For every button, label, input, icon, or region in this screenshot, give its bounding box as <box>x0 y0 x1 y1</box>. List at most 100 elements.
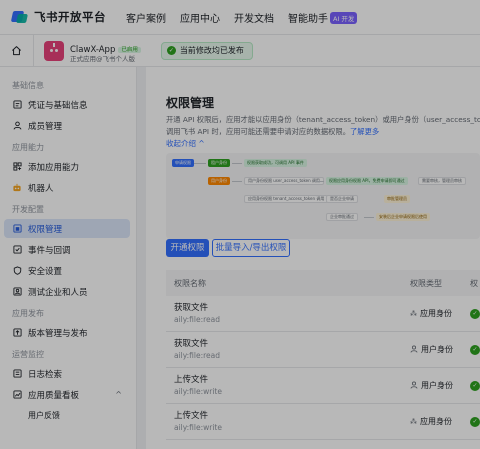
sidebar-section-title: 应用发布 <box>12 309 44 318</box>
sidebar-item-security[interactable]: 安全设置 <box>4 261 130 280</box>
publish-status-text: 当前修改均已发布 <box>179 46 244 55</box>
permission-icon <box>12 224 22 234</box>
flow-node: 需要审核，管理员审核 <box>418 177 466 185</box>
flow-connector <box>232 181 242 182</box>
flow-connector <box>364 217 374 218</box>
nav-item-app-center[interactable]: 应用中心 <box>180 10 220 25</box>
robot-icon <box>12 183 22 193</box>
nav-item-assistant[interactable]: 智能助手 AI 开发 <box>288 10 358 25</box>
member-icon <box>12 121 22 131</box>
sidebar-item-label: 测试企业和人员 <box>28 287 88 298</box>
table-row[interactable]: 上传文件 aily:file:write 用户身份 ✓ <box>166 368 480 404</box>
flow-node: 审批管理员 <box>384 195 410 203</box>
sidebar-item-credentials[interactable]: 凭证与基础信息 <box>4 95 130 114</box>
flow-node: 企业审批通过 <box>326 213 358 221</box>
flow-connector <box>232 163 242 164</box>
nav-item-cases[interactable]: 客户案例 <box>126 10 166 25</box>
sidebar-item-permission[interactable]: 权限管理 <box>4 219 130 238</box>
permission-type: 用户身份 <box>421 345 453 354</box>
table-row[interactable]: 上传文件 aily:file:write ⁂ 应用身份 ✓ <box>166 404 480 440</box>
flow-node: 用户身份权限 user_access_token 调用 <box>244 177 324 185</box>
permission-name: 获取文件 <box>174 302 209 313</box>
sidebar-item-feedback[interactable]: 用户反馈 <box>4 406 130 425</box>
sidebar-item-label: 日志检索 <box>28 369 63 380</box>
table-row[interactable]: 获取文件 aily:file:read 用户身份 ✓ <box>166 332 480 368</box>
sidebar: 基础信息 凭证与基础信息 成员管理 应用能力 添加应用能力 机器人 开发配置 权… <box>0 67 137 449</box>
platform-logo[interactable]: 飞书开放平台 <box>10 9 106 25</box>
app-info: ClawX-App 已启用 正式应用@飞书个人版 <box>70 38 141 64</box>
nav-item-assistant-label: 智能助手 <box>288 13 328 25</box>
app-header: ClawX-App 已启用 正式应用@飞书个人版 ✓ 当前修改均已发布 <box>0 34 480 67</box>
flow-node: 权限获取成功，可调用 API 事件 <box>244 159 307 167</box>
home-button[interactable] <box>0 34 34 67</box>
sidebar-item-version[interactable]: 版本管理与发布 <box>4 323 130 342</box>
check-circle-icon: ✓ <box>166 46 176 55</box>
nav-item-docs[interactable]: 开发文档 <box>234 10 274 25</box>
flow-node: 申请权限 <box>172 159 194 167</box>
column-header-name: 权限名称 <box>174 278 206 288</box>
flow-node: 是否企业申请 <box>326 195 358 203</box>
sidebar-item-add-capability[interactable]: 添加应用能力 <box>4 157 130 176</box>
permission-type: 应用身份 <box>420 417 452 426</box>
table-header: 权限名称 权限类型 权 <box>166 270 480 296</box>
home-icon <box>12 46 21 56</box>
flow-node: 用户身份 <box>208 177 230 185</box>
sidebar-item-label: 安全设置 <box>28 266 63 277</box>
add-capability-icon <box>12 162 22 172</box>
ai-badge: AI 开发 <box>330 11 358 24</box>
flow-node: 安装后企业申请权限后使用 <box>376 213 430 221</box>
sidebar-item-test-users[interactable]: 测试企业和人员 <box>4 282 130 301</box>
batch-import-export-button[interactable]: 批量导入/导出权限 <box>212 239 290 257</box>
sidebar-item-logs[interactable]: 日志检索 <box>4 364 130 383</box>
log-icon <box>12 369 22 379</box>
check-circle-icon: ✓ <box>470 308 480 319</box>
permission-name: 上传文件 <box>174 374 209 385</box>
flow-node: 权限应用身份权限 API，免费申请即可通过 <box>326 177 408 185</box>
check-circle-icon: ✓ <box>470 416 480 427</box>
dashboard-icon <box>12 390 22 400</box>
permission-scope: aily:file:write <box>174 386 222 396</box>
flow-connector <box>316 181 324 182</box>
sidebar-item-members[interactable]: 成员管理 <box>4 116 130 135</box>
sidebar-section-title: 基础信息 <box>12 81 44 90</box>
sidebar-item-dashboard[interactable]: 应用质量看板 ^ <box>4 385 130 404</box>
description-line: 开通 API 权限后，应用才能以应用身份（tenant_access_token… <box>166 115 480 124</box>
sidebar-item-label: 成员管理 <box>28 121 63 132</box>
check-circle-icon: ✓ <box>470 380 480 391</box>
sidebar-section-title: 应用能力 <box>12 143 44 152</box>
top-nav: 客户案例 应用中心 开发文档 智能助手 AI 开发 <box>126 10 371 25</box>
collapse-intro-link[interactable]: 收起介绍 ^ <box>166 138 205 149</box>
permission-type: 应用身份 <box>420 309 452 318</box>
user-identity-icon <box>410 381 418 391</box>
column-header-type: 权限类型 <box>410 278 442 288</box>
sidebar-item-label: 机器人 <box>28 183 54 194</box>
enable-permission-button[interactable]: 开通权限 <box>166 239 209 257</box>
permission-name: 获取文件 <box>174 338 209 349</box>
table-row[interactable]: 获取文件 aily:file:read ⁂ 应用身份 ✓ <box>166 296 480 332</box>
flow-connector <box>194 163 206 164</box>
sidebar-item-label: 版本管理与发布 <box>28 328 88 339</box>
permission-name: 上传文件 <box>174 410 209 421</box>
flow-node: 应用身份权限 tenant_access_token 调用 <box>244 195 329 203</box>
permission-scope: aily:file:read <box>174 314 221 324</box>
check-circle-icon: ✓ <box>470 344 480 355</box>
sidebar-item-label: 应用质量看板 <box>28 390 80 401</box>
credentials-icon <box>12 100 22 110</box>
event-icon <box>12 245 22 255</box>
page-description: 开通 API 权限后，应用才能以应用身份（tenant_access_token… <box>166 114 480 138</box>
version-icon <box>12 328 22 338</box>
chevron-up-icon: ^ <box>115 390 122 399</box>
permission-table: 权限名称 权限类型 权 获取文件 aily:file:read ⁂ 应用身份 ✓ 获… <box>166 270 480 440</box>
main-content: 权限管理 开通 API 权限后，应用才能以应用身份（tenant_access_… <box>146 67 480 449</box>
description-text: 调用飞书 API 时，应用可能还需要申请对应的数据权限。 <box>166 127 351 136</box>
page-title: 权限管理 <box>166 96 215 110</box>
flow-node: 租户身份 <box>208 159 230 167</box>
publish-status-badge: ✓ 当前修改均已发布 <box>160 41 253 60</box>
sidebar-item-events[interactable]: 事件与回调 <box>4 240 130 259</box>
top-nav-bar: 飞书开放平台 客户案例 应用中心 开发文档 智能助手 AI 开发 <box>0 0 480 35</box>
permission-flow-diagram: 申请权限 租户身份 权限获取成功，可调用 API 事件 用户身份 用户身份权限 … <box>166 153 480 239</box>
learn-more-link[interactable]: 了解更多 <box>350 127 379 136</box>
sidebar-item-robot[interactable]: 机器人 <box>4 178 130 197</box>
app-name: ClawX-App <box>70 44 116 55</box>
app-avatar <box>44 40 64 61</box>
